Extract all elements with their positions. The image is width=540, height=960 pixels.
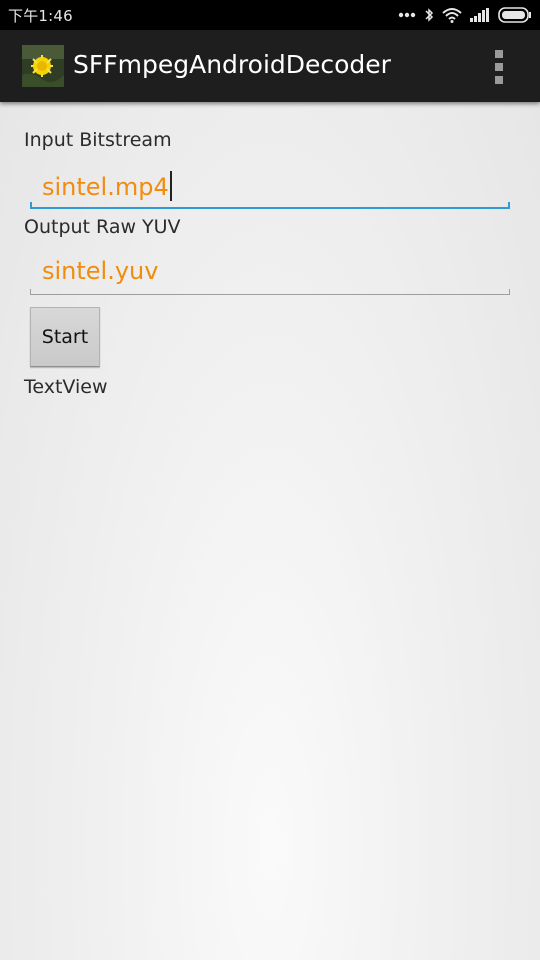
output-yuv-label: Output Raw YUV [24,216,181,238]
battery-icon [498,7,532,23]
action-bar: SFFmpegAndroidDecoder [0,30,540,102]
overflow-menu-icon [495,50,503,58]
overflow-menu-icon [495,63,503,71]
input-bitstream-value: sintel.mp4 [42,171,172,201]
overflow-menu-button[interactable] [488,50,510,84]
output-yuv-field[interactable]: sintel.yuv [30,251,510,295]
bluetooth-icon [424,7,434,23]
input-bitstream-field[interactable]: sintel.mp4 [30,165,510,209]
input-bitstream-label: Input Bitstream [24,129,172,151]
output-yuv-value: sintel.yuv [42,257,159,285]
app-title: SFFmpegAndroidDecoder [73,50,391,79]
input-field-underline [30,202,510,209]
status-icons [398,4,532,26]
signal-icon [470,8,490,22]
text-cursor [169,171,172,201]
status-time: 下午1:46 [8,7,73,25]
overflow-menu-icon [495,76,503,84]
more-dots-icon [398,12,416,18]
status-bar: 下午1:46 [0,0,540,30]
output-field-underline [30,289,510,295]
start-button[interactable]: Start [30,307,100,367]
wifi-icon [442,7,462,23]
dandelion-app-icon[interactable] [22,45,64,87]
textview: TextView [24,376,108,398]
